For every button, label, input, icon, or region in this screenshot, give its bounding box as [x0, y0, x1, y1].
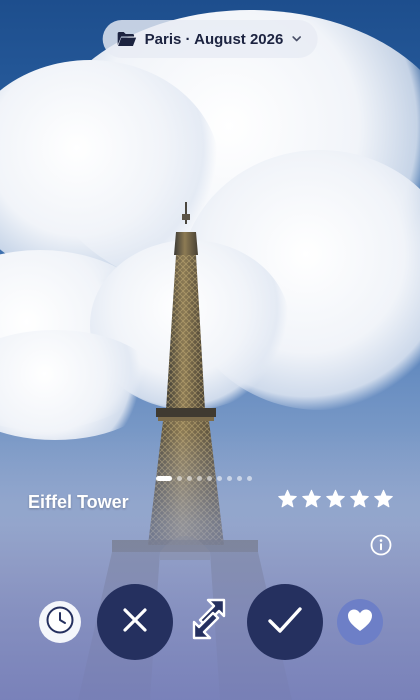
star-icon[interactable]: [325, 488, 346, 509]
skip-button[interactable]: [186, 596, 232, 646]
star-icon[interactable]: [301, 488, 322, 509]
later-button[interactable]: [39, 601, 81, 643]
accept-button[interactable]: [247, 584, 323, 660]
star-icon[interactable]: [277, 488, 298, 509]
star-icon[interactable]: [349, 488, 370, 509]
star-rating[interactable]: [277, 488, 394, 509]
folder-icon: [117, 31, 137, 47]
heart-icon: [346, 607, 374, 638]
photo-title: Eiffel Tower: [28, 492, 129, 512]
favorite-button[interactable]: [337, 599, 383, 645]
info-icon[interactable]: [370, 534, 392, 556]
folder-label: Paris · August 2026: [144, 30, 284, 48]
carousel-dot: [217, 476, 222, 481]
reject-button[interactable]: [97, 584, 173, 660]
close-icon: [118, 603, 152, 642]
carousel-dot: [237, 476, 242, 481]
carousel-indicator: [156, 476, 252, 481]
folder-selector[interactable]: Paris · August 2026: [102, 20, 318, 58]
carousel-dot-active: [156, 476, 172, 481]
carousel-dot: [177, 476, 182, 481]
photo-review-screen: Paris · August 2026 Eiffel Tower: [0, 0, 420, 700]
carousel-dot: [247, 476, 252, 481]
carousel-dot: [227, 476, 232, 481]
shuffle-icon: [186, 594, 232, 649]
bottom-fade: [0, 430, 420, 700]
star-icon[interactable]: [373, 488, 394, 509]
carousel-dot: [207, 476, 212, 481]
carousel-dot: [187, 476, 192, 481]
chevron-down-icon: [291, 35, 301, 43]
clock-icon: [46, 606, 74, 639]
check-icon: [266, 605, 304, 640]
carousel-dot: [197, 476, 202, 481]
